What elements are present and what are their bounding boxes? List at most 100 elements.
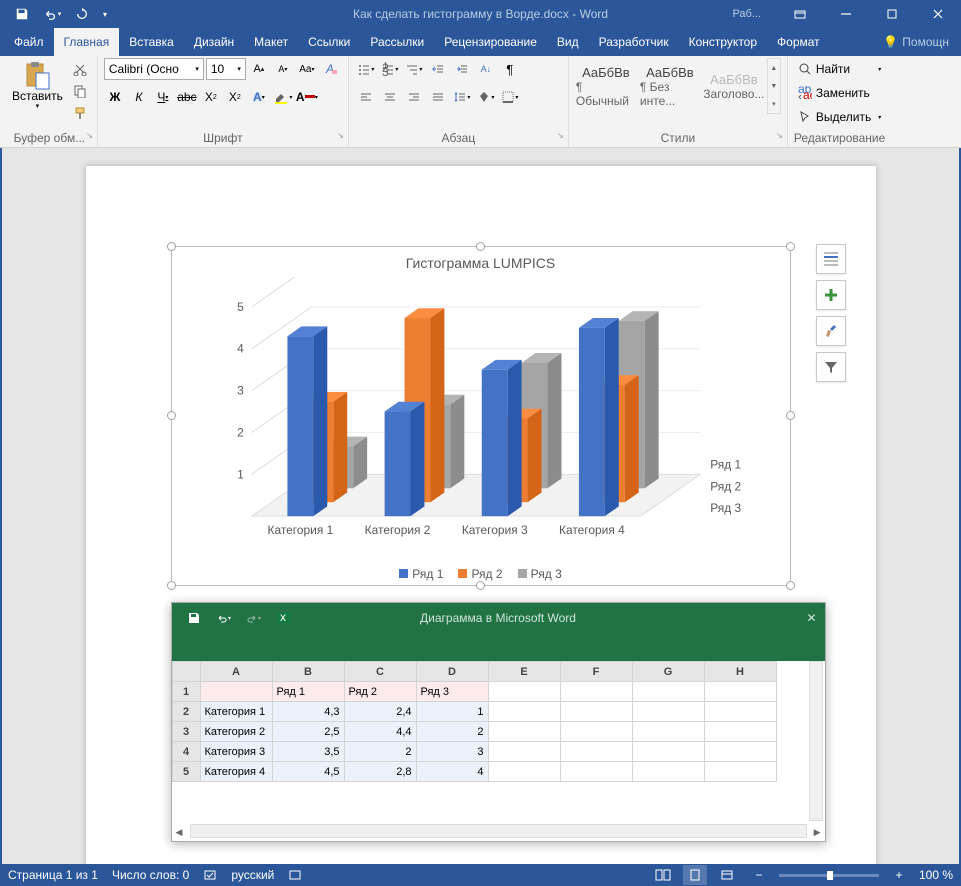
macro-icon[interactable] — [288, 868, 302, 882]
align-center-button[interactable] — [379, 86, 401, 108]
line-spacing-button[interactable]: ▾ — [451, 86, 473, 108]
undo-button[interactable]: ▾ — [38, 2, 66, 26]
styles-scroll[interactable]: ▲▼▾ — [767, 58, 781, 114]
chart-filters-button[interactable] — [816, 352, 846, 382]
increase-indent-button[interactable] — [451, 58, 473, 80]
document-area[interactable]: Гистограмма LUMPICS 12345Категория 1Кате… — [2, 148, 959, 864]
bold-button[interactable]: Ж — [104, 86, 126, 108]
print-layout-button[interactable] — [683, 865, 707, 885]
sort-button[interactable]: А↓ — [475, 58, 497, 80]
qat-customize-button[interactable]: ▾ — [98, 2, 112, 26]
legend-item[interactable]: Ряд 3 — [518, 567, 562, 581]
superscript-button[interactable]: X2 — [224, 86, 246, 108]
paste-button[interactable]: Вставить▾ — [8, 58, 67, 113]
page-indicator[interactable]: Страница 1 из 1 — [8, 868, 98, 882]
ribbon-display-button[interactable] — [777, 0, 823, 28]
style-normal[interactable]: АаБбВв¶ Обычный — [575, 58, 637, 114]
tab-chart-design[interactable]: Конструктор — [679, 28, 767, 56]
tab-view[interactable]: Вид — [547, 28, 589, 56]
paragraph-launcher[interactable]: ↘ — [557, 131, 564, 140]
close-button[interactable] — [915, 0, 961, 28]
save-button[interactable] — [8, 2, 36, 26]
tab-insert[interactable]: Вставка — [119, 28, 184, 56]
maximize-button[interactable] — [869, 0, 915, 28]
tab-mailings[interactable]: Рассылки — [360, 28, 434, 56]
datasheet-vscroll[interactable] — [809, 661, 823, 821]
ds-redo-button[interactable]: ▾ — [240, 606, 268, 630]
zoom-in-button[interactable]: + — [887, 865, 911, 885]
align-right-button[interactable] — [403, 86, 425, 108]
subscript-button[interactable]: X2 — [200, 86, 222, 108]
text-effects-button[interactable]: A▾ — [248, 86, 270, 108]
font-name-select[interactable]: Calibri (Осно▾ — [104, 58, 204, 80]
clipboard-launcher[interactable]: ↘ — [86, 131, 93, 140]
justify-button[interactable] — [427, 86, 449, 108]
resize-handle[interactable] — [167, 242, 176, 251]
find-button[interactable]: Найти▾ — [794, 58, 885, 80]
ds-undo-button[interactable]: ▾ — [210, 606, 238, 630]
legend-item[interactable]: Ряд 1 — [399, 567, 443, 581]
tab-layout[interactable]: Макет — [244, 28, 298, 56]
layout-options-button[interactable] — [816, 244, 846, 274]
ds-save-button[interactable] — [180, 606, 208, 630]
tab-review[interactable]: Рецензирование — [434, 28, 547, 56]
italic-button[interactable]: К — [128, 86, 150, 108]
font-size-select[interactable]: 10▾ — [206, 58, 246, 80]
underline-button[interactable]: Ч▾ — [152, 86, 174, 108]
datasheet-close-button[interactable]: ✕ — [806, 611, 816, 625]
resize-handle[interactable] — [786, 242, 795, 251]
redo-button[interactable] — [68, 2, 96, 26]
minimize-button[interactable] — [823, 0, 869, 28]
bullets-button[interactable]: ▾ — [355, 58, 377, 80]
format-painter-button[interactable] — [69, 102, 91, 124]
datasheet-hscroll[interactable] — [190, 824, 807, 838]
web-layout-button[interactable] — [715, 865, 739, 885]
replace-button[interactable]: abacЗаменить — [794, 82, 885, 104]
tab-file[interactable]: Файл — [4, 28, 54, 56]
scroll-left-button[interactable]: ◀ — [176, 827, 183, 838]
clear-format-button[interactable]: A — [320, 58, 342, 80]
cut-button[interactable] — [69, 58, 91, 80]
scroll-right-button[interactable]: ▶ — [814, 827, 821, 838]
chart-elements-button[interactable] — [816, 280, 846, 310]
resize-handle[interactable] — [786, 411, 795, 420]
resize-handle[interactable] — [786, 581, 795, 590]
font-color-button[interactable]: A▾ — [296, 86, 318, 108]
highlight-button[interactable]: ▾ — [272, 86, 294, 108]
resize-handle[interactable] — [167, 411, 176, 420]
numbering-button[interactable]: 123▾ — [379, 58, 401, 80]
language-indicator[interactable]: русский — [231, 868, 274, 882]
zoom-out-button[interactable]: − — [747, 865, 771, 885]
borders-button[interactable]: ▾ — [499, 86, 521, 108]
ds-edit-excel-button[interactable]: x — [270, 606, 298, 630]
change-case-button[interactable]: Aa▾ — [296, 58, 318, 80]
chart-styles-button[interactable] — [816, 316, 846, 346]
read-mode-button[interactable] — [651, 865, 675, 885]
show-marks-button[interactable]: ¶ — [499, 58, 521, 80]
word-count[interactable]: Число слов: 0 — [112, 868, 189, 882]
tab-design[interactable]: Дизайн — [184, 28, 244, 56]
shading-button[interactable]: ▾ — [475, 86, 497, 108]
resize-handle[interactable] — [167, 581, 176, 590]
data-grid[interactable]: ABCDEFGH1Ряд 1Ряд 2Ряд 32Категория 14,32… — [172, 661, 825, 821]
zoom-slider[interactable] — [779, 874, 879, 877]
grow-font-button[interactable]: A▴ — [248, 58, 270, 80]
zoom-level[interactable]: 100 % — [919, 868, 953, 882]
align-left-button[interactable] — [355, 86, 377, 108]
chart-data-sheet[interactable]: ▾ ▾ x Диаграмма в Microsoft Word ✕ ABCDE… — [171, 602, 826, 842]
resize-handle[interactable] — [476, 581, 485, 590]
decrease-indent-button[interactable] — [427, 58, 449, 80]
tab-home[interactable]: Главная — [54, 28, 120, 56]
strikethrough-button[interactable]: abc — [176, 86, 198, 108]
select-button[interactable]: Выделить▾ — [794, 106, 885, 128]
font-launcher[interactable]: ↘ — [337, 131, 344, 140]
style-heading1[interactable]: АаБбВвЗаголово... — [703, 58, 765, 114]
tab-references[interactable]: Ссылки — [298, 28, 360, 56]
shrink-font-button[interactable]: A▾ — [272, 58, 294, 80]
styles-launcher[interactable]: ↘ — [776, 131, 783, 140]
multilevel-button[interactable]: ▾ — [403, 58, 425, 80]
legend-item[interactable]: Ряд 2 — [458, 567, 502, 581]
tab-developer[interactable]: Разработчик — [589, 28, 679, 56]
tab-chart-format[interactable]: Формат — [767, 28, 830, 56]
style-nospacing[interactable]: АаБбВв¶ Без инте... — [639, 58, 701, 114]
